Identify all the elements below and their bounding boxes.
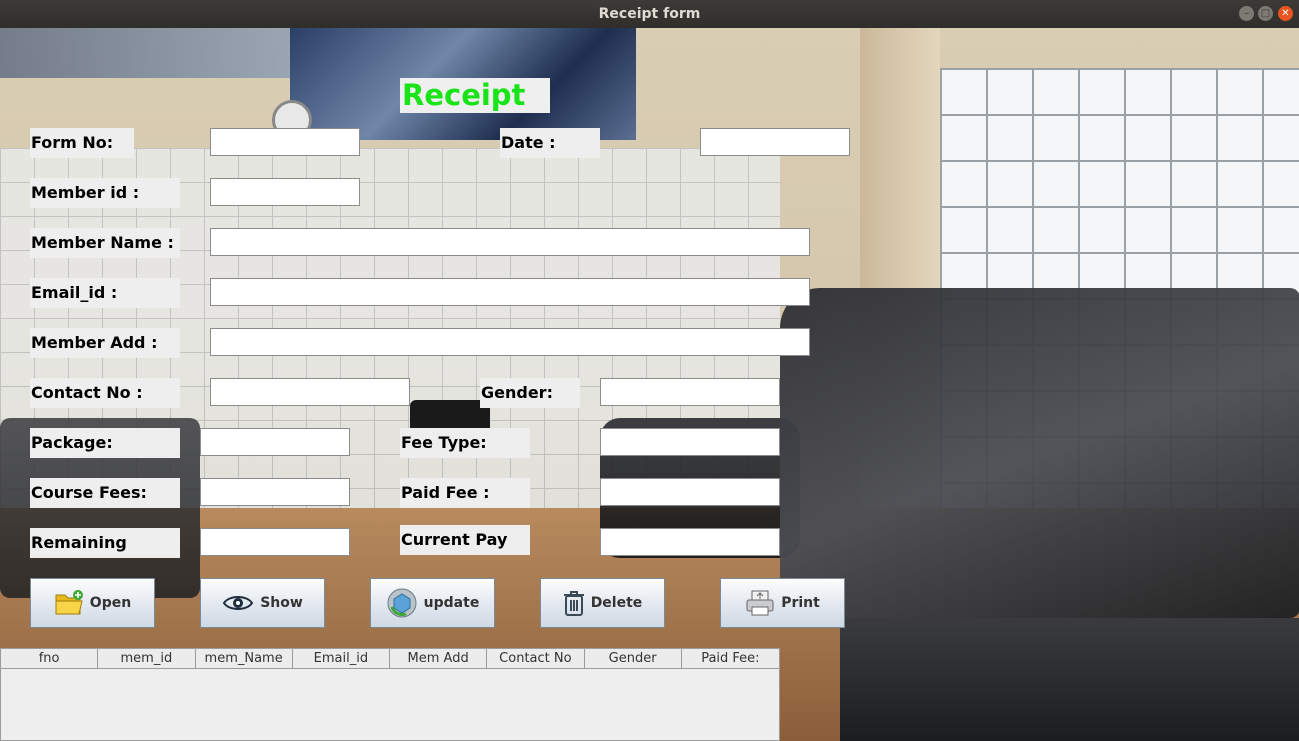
package-field[interactable] [200, 428, 350, 456]
course-fees-label: Course Fees: [30, 478, 180, 508]
member-add-label: Member Add : [30, 328, 180, 358]
form-no-field[interactable] [210, 128, 360, 156]
current-pay-label: Current Pay [400, 525, 530, 555]
delete-button-label: Delete [590, 595, 643, 611]
column-header-mem-id[interactable]: mem_id [98, 649, 196, 668]
eye-icon [222, 592, 254, 614]
date-label: Date : [500, 128, 600, 158]
paid-fee-field[interactable] [600, 478, 780, 506]
remaining-label: Remaining [30, 528, 180, 558]
background-poster [0, 28, 290, 78]
member-id-label: Member id : [30, 178, 180, 208]
form-no-label: Form No: [30, 128, 134, 158]
minimize-icon[interactable]: – [1239, 6, 1254, 21]
gender-label: Gender: [480, 378, 580, 408]
fee-type-label: Fee Type: [400, 428, 530, 458]
column-header-fno[interactable]: fno [1, 649, 99, 668]
member-add-field[interactable] [210, 328, 810, 356]
delete-button[interactable]: Delete [540, 578, 665, 628]
update-button-label: update [423, 595, 480, 611]
member-name-field[interactable] [210, 228, 810, 256]
column-header-mem-name[interactable]: mem_Name [196, 649, 293, 668]
table-header: fno mem_id mem_Name Email_id Mem Add Con… [1, 649, 779, 669]
update-button[interactable]: update [370, 578, 495, 628]
member-name-label: Member Name : [30, 228, 180, 258]
remaining-field[interactable] [200, 528, 350, 556]
show-button-label: Show [260, 595, 303, 611]
contact-no-field[interactable] [210, 378, 410, 406]
current-pay-field[interactable] [600, 528, 780, 556]
trash-icon [563, 590, 585, 616]
contact-no-label: Contact No : [30, 378, 180, 408]
column-header-email-id[interactable]: Email_id [293, 649, 390, 668]
printer-icon [745, 589, 775, 617]
column-header-paid-fee[interactable]: Paid Fee: [682, 649, 779, 668]
gender-field[interactable] [600, 378, 780, 406]
course-fees-field[interactable] [200, 478, 350, 506]
maximize-icon[interactable]: □ [1258, 6, 1273, 21]
records-table[interactable]: fno mem_id mem_Name Email_id Mem Add Con… [0, 648, 780, 741]
page-title: Receipt [400, 78, 550, 113]
column-header-gender[interactable]: Gender [585, 649, 682, 668]
column-header-mem-add[interactable]: Mem Add [390, 649, 488, 668]
date-field[interactable] [700, 128, 850, 156]
window-title: Receipt form [598, 6, 701, 22]
background-treadmill [840, 618, 1299, 741]
email-id-field[interactable] [210, 278, 810, 306]
folder-open-icon [54, 589, 84, 617]
table-body[interactable] [1, 669, 779, 741]
paid-fee-label: Paid Fee : [400, 478, 530, 508]
open-button[interactable]: Open [30, 578, 155, 628]
member-id-field[interactable] [210, 178, 360, 206]
package-label: Package: [30, 428, 180, 458]
fee-type-field[interactable] [600, 428, 780, 456]
column-header-contact-no[interactable]: Contact No [487, 649, 585, 668]
print-button-label: Print [781, 595, 820, 611]
show-button[interactable]: Show [200, 578, 325, 628]
open-button-label: Open [89, 595, 132, 611]
background-machine [780, 288, 1299, 618]
print-button[interactable]: Print [720, 578, 845, 628]
update-icon [386, 587, 418, 619]
email-id-label: Email_id : [30, 278, 180, 308]
window-titlebar: Receipt form – □ ✕ [0, 0, 1299, 28]
form-canvas: Receipt Form No: Date : Member id : Memb… [0, 28, 1299, 741]
close-icon[interactable]: ✕ [1278, 6, 1293, 21]
